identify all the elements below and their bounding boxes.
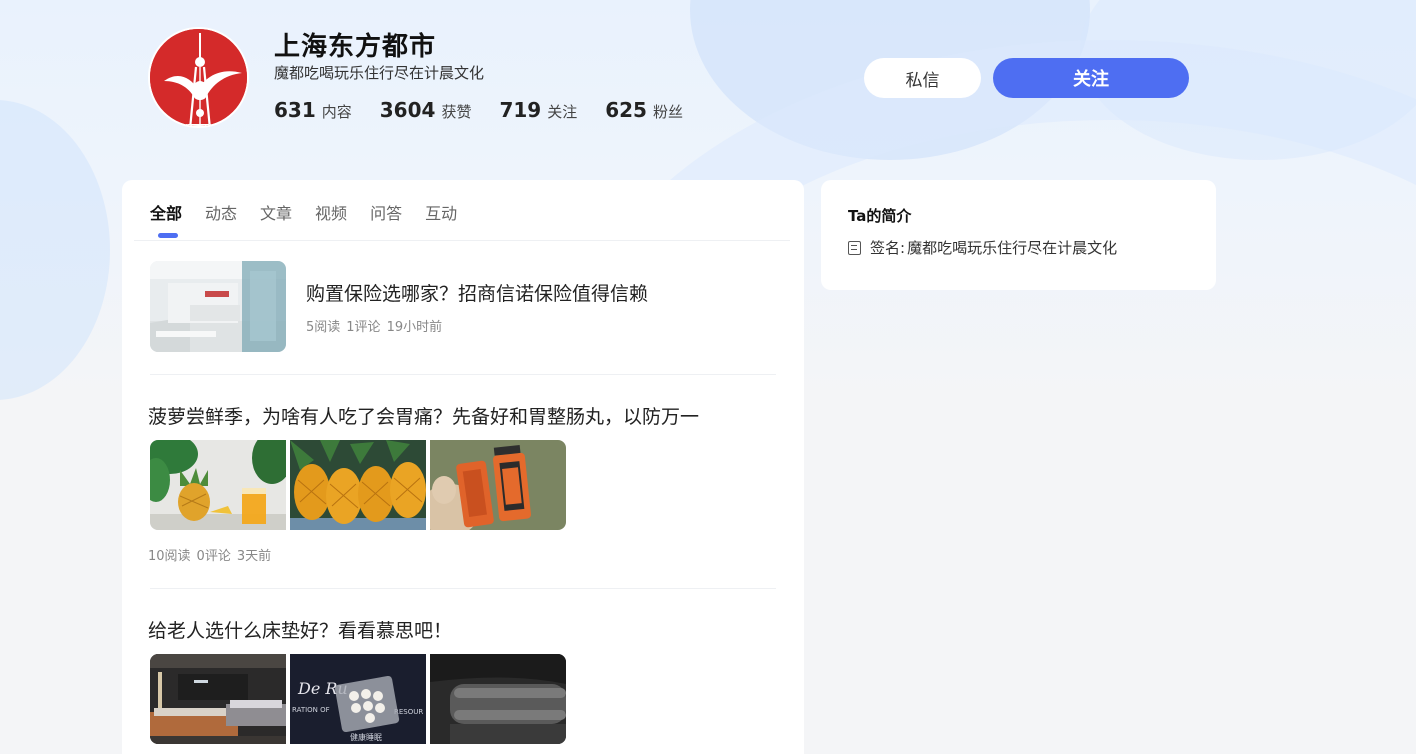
office-lobby-image: [150, 261, 286, 352]
intro-title: Ta的简介: [848, 207, 912, 225]
post-image[interactable]: [290, 440, 426, 530]
intro-card: Ta的简介 签名: 魔都吃喝玩乐住行尽在计晨文化: [821, 180, 1216, 290]
post-image[interactable]: [150, 654, 286, 744]
comment-count: 0评论: [196, 549, 231, 564]
post-image[interactable]: [430, 440, 566, 530]
stat-number: 3604: [379, 98, 436, 122]
stat-label: 获赞: [441, 103, 472, 121]
stat-fans[interactable]: 625 粉丝: [605, 98, 683, 122]
profile-signature: 魔都吃喝玩乐住行尽在计晨文化: [274, 64, 485, 82]
read-count: 5阅读: [306, 320, 341, 335]
post-meta: 10阅读 0评论 3天前: [148, 545, 277, 564]
pineapple-juice-image: [150, 440, 286, 530]
post-title[interactable]: 菠萝尝鲜季，为啥有人吃了会胃痛？先备好和胃整肠丸，以防万一: [148, 402, 699, 429]
profile-stats: 631 内容 3604 获赞 719 关注 625 粉丝: [274, 98, 711, 122]
stat-following[interactable]: 719 关注: [499, 98, 577, 122]
stat-number: 625: [605, 98, 647, 122]
tab-videos[interactable]: 视频: [315, 200, 347, 240]
post-title[interactable]: 购置保险选哪家？招商信诺保险值得信赖: [306, 279, 648, 306]
tab-interactions[interactable]: 互动: [425, 200, 457, 240]
post-divider: [150, 374, 776, 375]
content-feed-card: 全部 动态 文章 视频 问答 互动 购置保险选哪家？招商信诺保险值得信赖 5阅读…: [122, 180, 804, 754]
mattress-closeup-image: [430, 654, 566, 744]
avatar[interactable]: [148, 27, 249, 128]
post-meta: 5阅读 1评论 19小时前: [306, 316, 448, 335]
tab-updates[interactable]: 动态: [205, 200, 237, 240]
stat-label: 内容: [321, 103, 352, 121]
post-image[interactable]: [150, 440, 286, 530]
mattress-pillow-display-image: De Ru RATION OF RESOUR 健康睡眠: [290, 654, 426, 744]
medicine-bottles-image: [430, 440, 566, 530]
tab-all[interactable]: 全部: [150, 200, 182, 240]
stat-likes[interactable]: 3604 获赞: [380, 98, 472, 122]
read-count: 10阅读: [148, 549, 191, 564]
post-image-grid: De Ru RATION OF RESOUR 健康睡眠: [150, 654, 566, 744]
tower-seagull-logo-icon: [150, 29, 247, 126]
post-thumbnail[interactable]: [150, 261, 286, 352]
post-title[interactable]: 给老人选什么床垫好？看看慕思吧！: [148, 616, 452, 643]
pineapples-image: [290, 440, 426, 530]
post-time: 3天前: [236, 549, 272, 564]
tab-qa[interactable]: 问答: [370, 200, 402, 240]
post-image-grid: [150, 440, 566, 530]
post-divider: [150, 588, 776, 589]
intro-signature-row: 签名: 魔都吃喝玩乐住行尽在计晨文化: [848, 237, 1117, 258]
mattress-slogan-left: RATION OF: [292, 706, 330, 714]
stat-content[interactable]: 631 内容: [274, 98, 352, 122]
stat-label: 关注: [547, 103, 578, 121]
post-time: 19小时前: [386, 320, 443, 335]
stat-number: 631: [274, 98, 316, 122]
post-image[interactable]: [430, 654, 566, 744]
content-tabs: 全部 动态 文章 视频 问答 互动: [150, 200, 480, 240]
bg-shape: [0, 100, 110, 400]
follow-button[interactable]: 关注: [993, 58, 1189, 98]
message-button[interactable]: 私信: [864, 58, 981, 98]
comment-count: 1评论: [346, 320, 381, 335]
stat-number: 719: [499, 98, 542, 122]
bedroom-showroom-image: [150, 654, 286, 744]
post-image[interactable]: De Ru RATION OF RESOUR 健康睡眠: [290, 654, 426, 744]
mattress-cn-text: 健康睡眠: [350, 732, 382, 742]
mattress-slogan-right: RESOUR: [394, 708, 423, 716]
profile-name: 上海东方都市: [274, 32, 437, 62]
tab-articles[interactable]: 文章: [260, 200, 292, 240]
document-icon: [848, 240, 861, 255]
tabs-divider: [134, 240, 790, 241]
signature-label: 签名:: [870, 239, 906, 257]
signature-value: 魔都吃喝玩乐住行尽在计晨文化: [907, 239, 1118, 257]
stat-label: 粉丝: [652, 103, 683, 121]
